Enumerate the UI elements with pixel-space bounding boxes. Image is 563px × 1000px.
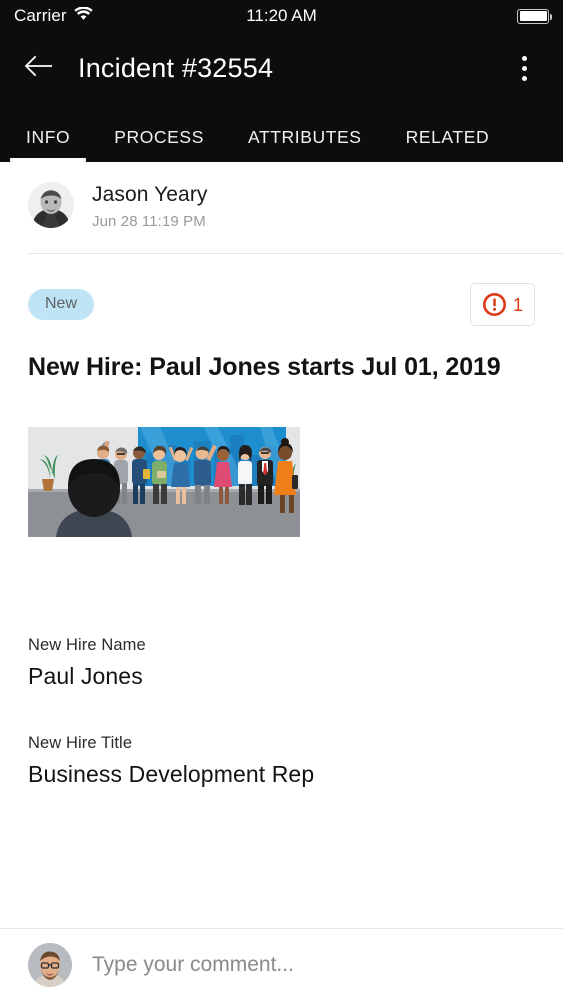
tab-process-label: PROCESS (114, 127, 204, 147)
tab-info[interactable]: INFO (4, 127, 92, 162)
state-row: New 1 (0, 254, 563, 326)
menu-dot (521, 65, 527, 71)
status-bar: Carrier 11:20 AM (0, 0, 563, 32)
tab-attributes[interactable]: ATTRIBUTES (226, 127, 384, 162)
menu-dot (521, 75, 527, 81)
new-hire-welcome-illustration (28, 427, 300, 537)
status-badge: New (28, 289, 95, 320)
field-value: Business Development Rep (28, 761, 315, 787)
author-timestamp: Jun 28 11:19 PM (92, 213, 206, 230)
field-new-hire-title: New Hire Title Business Development Rep (0, 690, 563, 788)
record-title: New Hire: Paul Jones starts Jul 01, 2019 (28, 353, 501, 381)
tab-info-label: INFO (26, 127, 71, 147)
comment-bar (0, 928, 563, 1000)
overflow-menu-icon[interactable] (507, 51, 541, 85)
status-bar-left: Carrier (14, 5, 93, 26)
arrow-left-icon (24, 55, 54, 82)
author-name: Jason Yeary (92, 183, 208, 206)
exclamation-circle-icon (482, 292, 507, 317)
tab-bar: INFO PROCESS ATTRIBUTES RELATED (0, 104, 563, 162)
tab-related[interactable]: RELATED (384, 127, 512, 162)
battery-full-icon (517, 8, 552, 24)
avatar[interactable] (28, 182, 74, 228)
menu-dot (521, 55, 527, 61)
tab-related-label: RELATED (405, 127, 490, 147)
record-content: Jason Yeary Jun 28 11:19 PM New 1 New Hi… (0, 162, 563, 928)
priority-badge[interactable]: 1 (469, 283, 535, 326)
field-label: New Hire Name (28, 636, 146, 654)
author-meta: Jason Yeary Jun 28 11:19 PM (92, 182, 208, 230)
field-value: Paul Jones (28, 663, 143, 689)
back-button[interactable] (22, 51, 56, 85)
comment-input[interactable] (92, 952, 535, 977)
tab-attributes-label: ATTRIBUTES (247, 127, 362, 147)
field-label: New Hire Title (28, 734, 133, 752)
status-bar-right (517, 8, 552, 24)
carrier-label: Carrier (14, 6, 67, 25)
wifi-icon (73, 5, 93, 26)
author-block: Jason Yeary Jun 28 11:19 PM (0, 162, 563, 230)
app-bar: Incident #32554 (0, 32, 563, 104)
tab-process[interactable]: PROCESS (92, 127, 226, 162)
field-new-hire-name: New Hire Name Paul Jones (0, 537, 563, 690)
avatar[interactable] (28, 942, 72, 987)
page-title: Incident #32554 (78, 52, 274, 83)
mobile-screen: Carrier 11:20 AM Incident #32554 INFO PR… (0, 0, 563, 1000)
priority-count: 1 (512, 294, 523, 315)
